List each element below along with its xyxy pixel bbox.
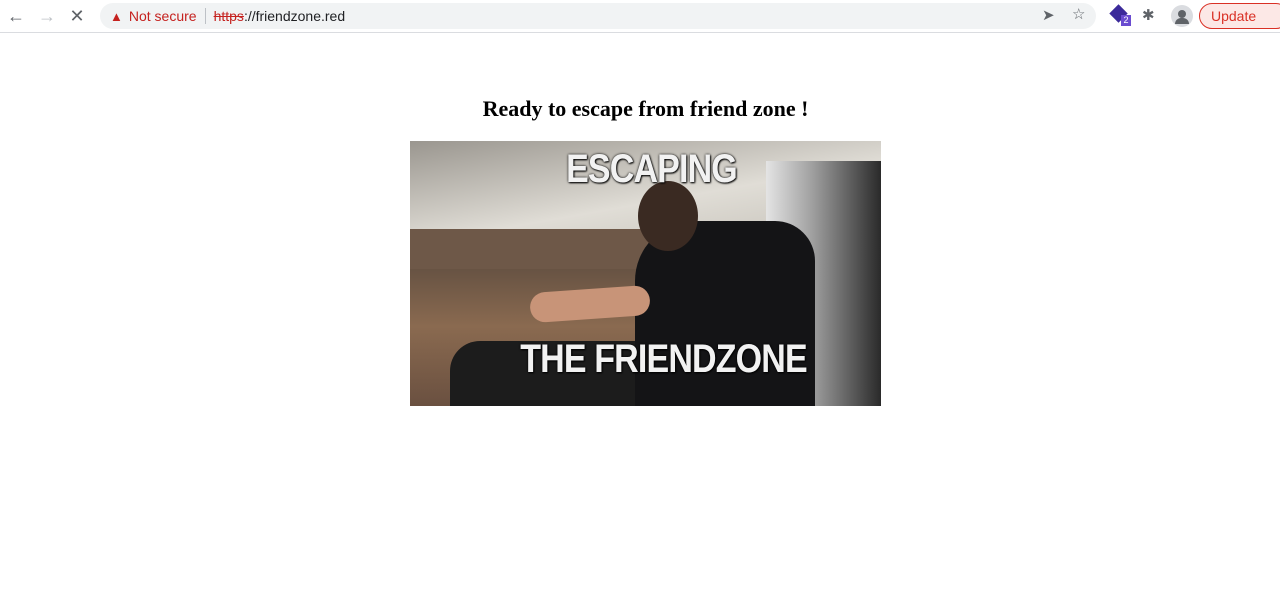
security-label[interactable]: Not secure: [129, 8, 197, 24]
star-icon[interactable]: ☆: [1072, 5, 1085, 23]
update-button[interactable]: Update: [1199, 3, 1280, 29]
puzzle-icon[interactable]: ✱: [1142, 6, 1155, 24]
extension-icon[interactable]: 2: [1109, 4, 1131, 26]
gif-caption-bottom: THE FRIENDZONE: [520, 337, 807, 381]
update-label: Update: [1211, 8, 1257, 24]
stop-icon[interactable]: ✕: [62, 1, 92, 31]
back-icon[interactable]: ←: [1, 1, 31, 31]
warning-icon: ▲: [110, 8, 123, 24]
page-heading: Ready to escape from friend zone !: [482, 96, 809, 121]
divider: [204, 8, 206, 24]
escaping-friendzone-gif: ESCAPING THE FRIENDZONE: [410, 141, 881, 406]
profile-icon[interactable]: [1171, 5, 1193, 27]
address-bar[interactable]: ▲ Not secure https://friendzone.red: [100, 3, 1096, 29]
url-scheme: https: [213, 8, 244, 24]
send-icon[interactable]: ➤: [1042, 6, 1055, 24]
gif-caption-top: ESCAPING: [566, 147, 738, 191]
forward-icon[interactable]: →: [32, 1, 62, 31]
browser-toolbar: ← → ✕ ▲ Not secure https://friendzone.re…: [0, 0, 1280, 33]
extension-badge: 2: [1121, 15, 1131, 26]
url-text: ://friendzone.red: [243, 8, 346, 24]
